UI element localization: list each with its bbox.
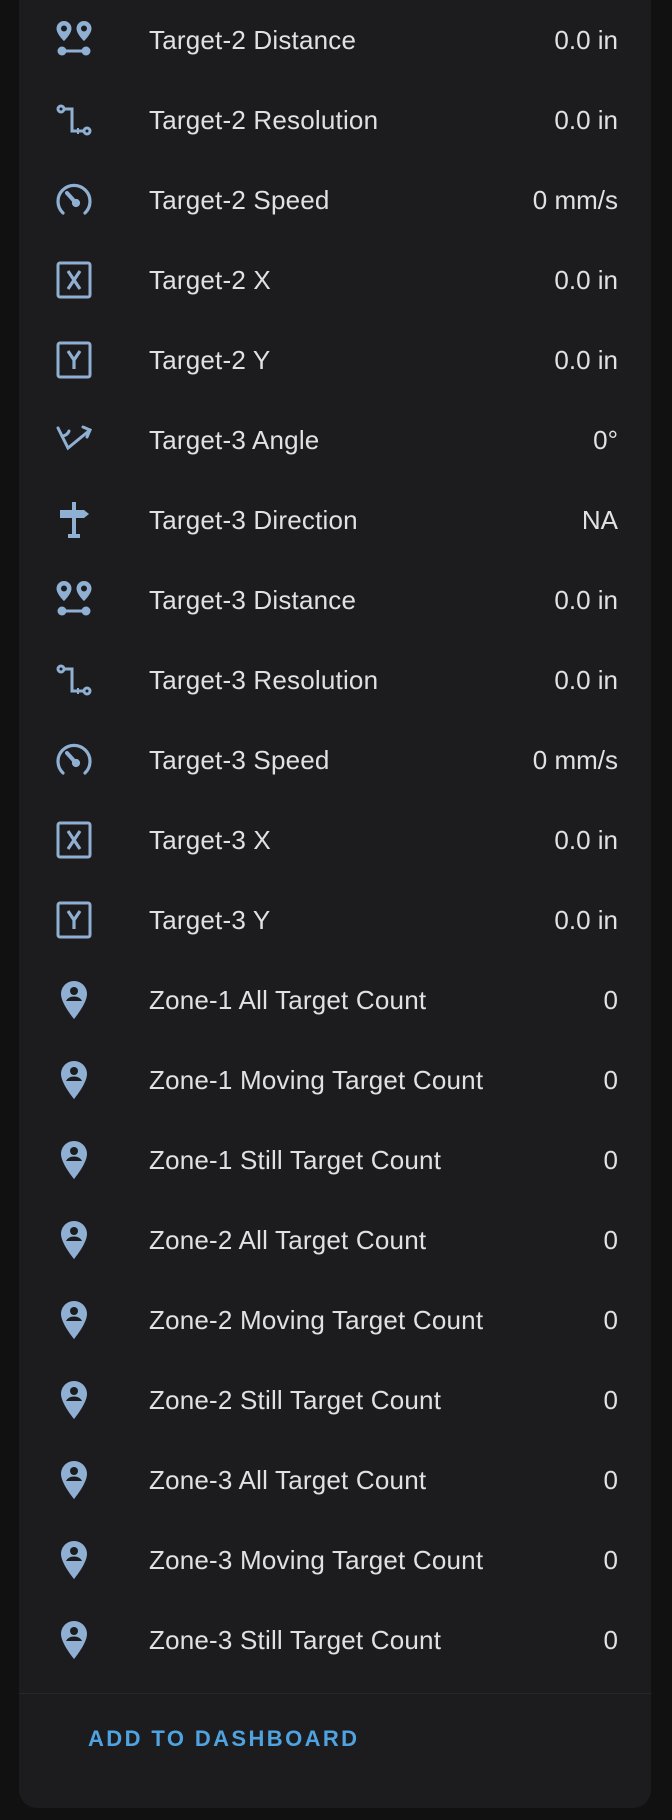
sensor-value: 0.0 in — [554, 345, 618, 375]
sensor-label: Target-2 Distance — [149, 25, 357, 55]
ruler-resolution-icon — [54, 660, 94, 700]
map-marker-distance-icon — [54, 580, 94, 620]
sensor-row[interactable]: Target-2 Speed 0 mm/s — [19, 160, 651, 240]
speedometer-icon — [54, 740, 94, 780]
sensor-label: Zone-1 Moving Target Count — [149, 1065, 484, 1095]
sensor-value: 0 mm/s — [532, 185, 618, 215]
alpha-y-box-icon — [54, 900, 94, 940]
card-footer: ADD TO DASHBOARD — [19, 1693, 651, 1808]
sensor-value: NA — [581, 505, 618, 535]
sensor-label: Zone-1 Still Target Count — [149, 1145, 442, 1175]
sensor-value: 0.0 in — [554, 585, 618, 615]
sensor-label: Target-3 Resolution — [149, 665, 379, 695]
sensor-label: Zone-1 All Target Count — [149, 985, 427, 1015]
sensor-label: Target-2 X — [149, 265, 271, 295]
sensor-list: Target-2 Distance 0.0 in Target-2 Resoluti… — [19, 0, 651, 1680]
sensor-label: Zone-2 All Target Count — [149, 1225, 427, 1255]
sensor-row[interactable]: Target-2 X 0.0 in — [19, 240, 651, 320]
sensor-card: Target-2 Distance 0.0 in Target-2 Resoluti… — [19, 0, 651, 1808]
sensor-row[interactable]: Target-3 Y 0.0 in — [19, 880, 651, 960]
alpha-y-box-icon — [54, 340, 94, 380]
sensor-value: 0 — [603, 1545, 618, 1575]
sensor-label: Target-3 Direction — [149, 505, 358, 535]
sensor-value: 0 — [603, 1385, 618, 1415]
sensor-row[interactable]: Target-3 Distance 0.0 in — [19, 560, 651, 640]
sensor-value: 0.0 in — [554, 265, 618, 295]
sensor-row[interactable]: Zone-1 All Target Count 0 — [19, 960, 651, 1040]
sensor-label: Target-2 Y — [149, 345, 271, 375]
sensor-row[interactable]: Zone-1 Still Target Count 0 — [19, 1120, 651, 1200]
add-to-dashboard-button[interactable]: ADD TO DASHBOARD — [68, 1716, 379, 1762]
sensor-value: 0 — [603, 1625, 618, 1655]
sensor-row[interactable]: Target-3 Angle 0° — [19, 400, 651, 480]
map-marker-account-icon — [54, 1220, 94, 1260]
sensor-value: 0.0 in — [554, 905, 618, 935]
sensor-label: Zone-3 Moving Target Count — [149, 1545, 484, 1575]
sensor-row[interactable]: Target-2 Resolution 0.0 in — [19, 80, 651, 160]
sensor-row[interactable]: Zone-2 Moving Target Count 0 — [19, 1280, 651, 1360]
sensor-label: Zone-3 All Target Count — [149, 1465, 427, 1495]
map-marker-account-icon — [54, 980, 94, 1020]
sensor-row[interactable]: Target-3 Resolution 0.0 in — [19, 640, 651, 720]
sensor-value: 0 — [603, 1225, 618, 1255]
sensor-value: 0.0 in — [554, 105, 618, 135]
sign-direction-icon — [54, 500, 94, 540]
sensor-value: 0° — [593, 425, 618, 455]
ruler-resolution-icon — [54, 100, 94, 140]
map-marker-account-icon — [54, 1380, 94, 1420]
map-marker-account-icon — [54, 1540, 94, 1580]
sensor-row[interactable]: Zone-1 Moving Target Count 0 — [19, 1040, 651, 1120]
map-marker-distance-icon — [54, 20, 94, 60]
sensor-label: Target-3 X — [149, 825, 271, 855]
sensor-row[interactable]: Target-3 X 0.0 in — [19, 800, 651, 880]
sensor-value: 0 — [603, 1305, 618, 1335]
map-marker-account-icon — [54, 1620, 94, 1660]
map-marker-account-icon — [54, 1060, 94, 1100]
sensor-row[interactable]: Zone-3 All Target Count 0 — [19, 1440, 651, 1520]
sensor-row[interactable]: Target-3 Direction NA — [19, 480, 651, 560]
alpha-x-box-icon — [54, 820, 94, 860]
sensor-row[interactable]: Zone-3 Moving Target Count 0 — [19, 1520, 651, 1600]
sensor-label: Zone-2 Moving Target Count — [149, 1305, 484, 1335]
alpha-x-box-icon — [54, 260, 94, 300]
map-marker-account-icon — [54, 1460, 94, 1500]
sensor-row[interactable]: Target-3 Speed 0 mm/s — [19, 720, 651, 800]
sensor-row[interactable]: Zone-2 Still Target Count 0 — [19, 1360, 651, 1440]
sensor-value: 0 — [603, 1145, 618, 1175]
sensor-label: Target-3 Y — [149, 905, 271, 935]
map-marker-account-icon — [54, 1140, 94, 1180]
sensor-label: Target-2 Resolution — [149, 105, 379, 135]
sensor-value: 0 — [603, 1065, 618, 1095]
angle-acute-icon — [54, 420, 94, 460]
sensor-value: 0 — [603, 1465, 618, 1495]
sensor-label: Target-2 Speed — [149, 185, 330, 215]
sensor-label: Target-3 Angle — [149, 425, 320, 455]
sensor-value: 0 — [603, 985, 618, 1015]
sensor-row[interactable]: Target-2 Y 0.0 in — [19, 320, 651, 400]
map-marker-account-icon — [54, 1300, 94, 1340]
sensor-value: 0.0 in — [554, 25, 618, 55]
sensor-label: Target-3 Speed — [149, 745, 330, 775]
sensor-value: 0.0 in — [554, 825, 618, 855]
sensor-row[interactable]: Zone-2 All Target Count 0 — [19, 1200, 651, 1280]
sensor-label: Zone-3 Still Target Count — [149, 1625, 442, 1655]
speedometer-icon — [54, 180, 94, 220]
sensor-label: Target-3 Distance — [149, 585, 357, 615]
sensor-row[interactable]: Zone-3 Still Target Count 0 — [19, 1600, 651, 1680]
sensor-value: 0.0 in — [554, 665, 618, 695]
sensor-row[interactable]: Target-2 Distance 0.0 in — [19, 0, 651, 80]
sensor-value: 0 mm/s — [532, 745, 618, 775]
sensor-label: Zone-2 Still Target Count — [149, 1385, 442, 1415]
